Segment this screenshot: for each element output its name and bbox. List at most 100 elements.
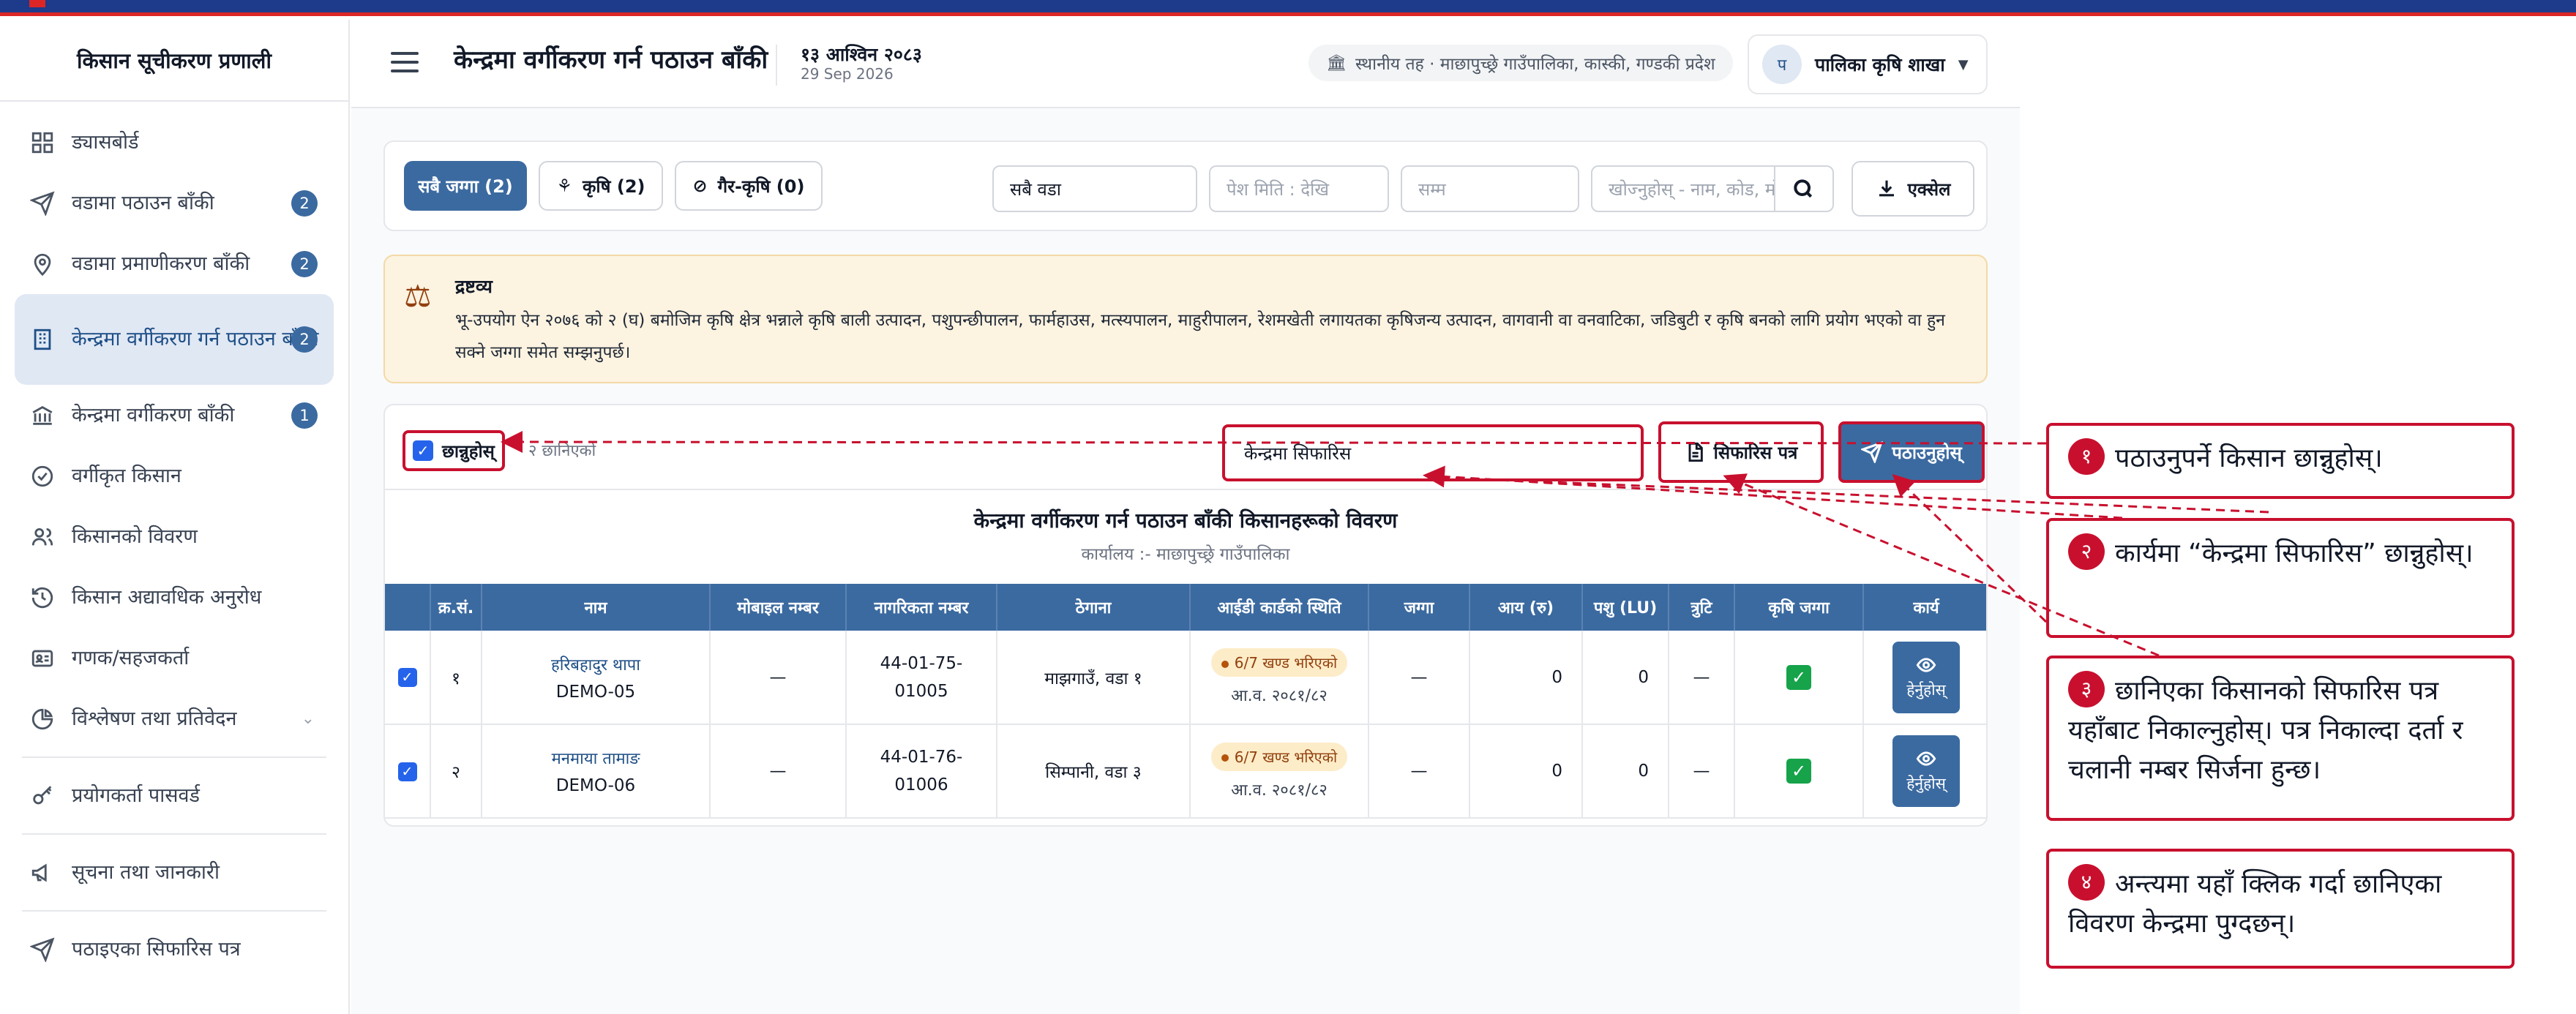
step-number: १ [2068, 438, 2105, 475]
bank-icon [29, 402, 56, 429]
search-button[interactable] [1774, 165, 1834, 212]
tab-all-land[interactable]: सबै जग्गा (2) [404, 161, 527, 211]
view-button[interactable]: हेर्नुहोस् [1892, 641, 1960, 713]
callout-text: पठाउनुपर्ने किसान छान्नुहोस्। [2115, 443, 2383, 473]
error-cell: — [1669, 724, 1735, 819]
id-card-icon [29, 645, 56, 672]
column-header: जग्गा [1368, 584, 1470, 631]
callout-text: कार्यमा “केन्द्रमा सिफारिस” छान्नुहोस्। [2115, 538, 2474, 568]
recommendation-letter-button[interactable]: सिफारिस पत्र [1658, 421, 1824, 483]
ward-select[interactable]: सबै वडा [992, 165, 1197, 212]
sidebar-item-label: वर्गीकृत किसान [72, 464, 181, 487]
income-cell: 0 [1469, 724, 1583, 819]
excel-label: एक्सेल [1907, 179, 1951, 200]
sidebar-item-enumerators[interactable]: गणक/सहजकर्ता [0, 628, 348, 688]
report-subtitle: कार्यालय :- माछापुच्छ्रे गाउँपालिका [1081, 545, 1290, 564]
notice-title: द्रष्टव्य [455, 276, 493, 297]
farmer-name-link[interactable]: हरिबहादुर थापा [482, 653, 709, 675]
sidebar-nav: ड्यासबोर्ड वडामा पठाउन बाँकी 2 वडामा प्र… [0, 102, 348, 980]
chevron-down-icon: ⌄ [301, 710, 315, 728]
id-status-cell: 6/7 खण्ड भरिएको आ.व. २०८१/८२ [1190, 631, 1369, 725]
checkbox-checked-icon: ✓ [413, 440, 433, 461]
send-icon [29, 936, 56, 963]
sidebar-item-sent-letters[interactable]: पठाइएका सिफारिस पत्र [0, 919, 348, 980]
select-all-checkbox[interactable]: ✓ छान्नुहोस् [402, 430, 505, 471]
sidebar-item-ward-verify-pending[interactable]: वडामा प्रमाणीकरण बाँकी 2 [0, 233, 348, 294]
page-title: केन्द्रमा वर्गीकरण गर्न पठाउन बाँकी [454, 45, 768, 75]
view-label: हेर्नुहोस् [1906, 775, 1946, 792]
land-cell: — [1368, 724, 1470, 819]
sidebar-item-classified-farmers[interactable]: वर्गीकृत किसान [0, 446, 348, 506]
search-input[interactable]: खोज्नुहोस् - नाम, कोड, मो [1591, 165, 1775, 212]
sidebar-item-center-classify-pending[interactable]: केन्द्रमा वर्गीकरण बाँकी 1 [0, 385, 348, 446]
sidebar-item-update-requests[interactable]: किसान अद्यावधिक अनुरोध [0, 567, 348, 628]
sidebar-item-label: पठाइएका सिफारिस पत्र [72, 937, 241, 961]
action-destination-select[interactable]: केन्द्रमा सिफारिस [1222, 424, 1644, 481]
farmer-code: DEMO-05 [555, 682, 636, 702]
serial-cell: १ [430, 631, 482, 725]
tab-agriculture[interactable]: ⚘ कृषि (2) [539, 161, 663, 211]
id-status-cell: 6/7 खण्ड भरिएको आ.व. २०८१/८२ [1190, 724, 1369, 819]
status-badge: 6/7 खण्ड भरिएको [1210, 648, 1348, 677]
user-menu-button[interactable]: प पालिका कृषि शाखा ▼ [1748, 34, 1988, 94]
callout-text: अन्त्यमा यहाँ क्लिक गर्दा छानिएका विवरण … [2068, 869, 2442, 939]
column-header: आईडी कार्डको स्थिति [1190, 584, 1369, 631]
flag-icon [29, 0, 45, 7]
sidebar-item-analysis-reports[interactable]: विश्लेषण तथा प्रतिवेदन ⌄ [0, 688, 348, 749]
agri-land-cell: ✓ [1734, 724, 1864, 819]
callout-step-3: ३ छानिएका किसानको सिफारिस पत्र यहाँबाट नि… [2046, 656, 2515, 821]
callout-step-4: ४ अन्त्यमा यहाँ क्लिक गर्दा छानिएका विवरण… [2046, 849, 2515, 969]
sidebar-item-ward-send-pending[interactable]: वडामा पठाउन बाँकी 2 [0, 173, 348, 233]
sidebar-item-label: किसानको विवरण [72, 525, 198, 548]
sidebar-item-farmer-details[interactable]: किसानको विवरण [0, 506, 348, 567]
hamburger-menu-icon[interactable] [391, 52, 419, 74]
key-icon [29, 783, 56, 809]
callout-text: छानिएका किसानको सिफारिस पत्र यहाँबाट निक… [2068, 676, 2463, 785]
column-header: पशु (LU) [1582, 584, 1669, 631]
row-checkbox[interactable]: ✓ [397, 762, 417, 781]
tab-non-agriculture[interactable]: ⊘ गैर-कृषि (0) [675, 161, 823, 211]
citizenship-cell: 44-01-76-01006 [846, 724, 997, 819]
action-cell: हेर्नुहोस् [1863, 631, 1986, 725]
address-cell: माझगाउँ, वडा १ [997, 631, 1191, 725]
column-header: आय (रु) [1469, 584, 1583, 631]
send-icon [1861, 441, 1884, 463]
status-dot-icon [1221, 660, 1229, 668]
excel-export-button[interactable]: एक्सेल [1852, 161, 1974, 217]
tab-label: कृषि (2) [583, 176, 645, 197]
view-button[interactable]: हेर्नुहोस् [1892, 735, 1960, 807]
income-cell: 0 [1469, 631, 1583, 725]
table-row: ✓ २ मनमाया तामाङ DEMO-06 — 44-01-76-01006… [385, 724, 1986, 819]
mobile-cell: — [710, 631, 847, 725]
top-band [0, 0, 2576, 16]
ban-icon: ⊘ [692, 176, 708, 196]
divider [22, 910, 326, 912]
date-from-input[interactable]: पेश मिति : देखि [1209, 165, 1389, 212]
step-number: ४ [2068, 864, 2105, 901]
sidebar-item-label: ड्यासबोर्ड [72, 130, 139, 154]
name-cell: हरिबहादुर थापा DEMO-05 [482, 631, 711, 725]
name-cell: मनमाया तामाङ DEMO-06 [482, 724, 711, 819]
divider [22, 756, 326, 758]
mobile-cell: — [710, 724, 847, 819]
farmer-name-link[interactable]: मनमाया तामाङ [482, 747, 709, 769]
sidebar-item-dashboard[interactable]: ड्यासबोर्ड [0, 112, 348, 173]
land-cell: — [1368, 631, 1470, 725]
sidebar-item-notices[interactable]: सूचना तथा जानकारी [0, 842, 348, 903]
select-all-label: छान्नुहोस् [442, 440, 495, 462]
tab-label: गैर-कृषि (0) [717, 176, 805, 197]
main-content: सबै जग्गा (2) ⚘ कृषि (2) ⊘ गैर-कृषि (0) सब… [351, 108, 2020, 1014]
divider [22, 833, 326, 835]
livestock-cell: 0 [1582, 631, 1669, 725]
selected-count: २ छानिएको [528, 442, 596, 460]
count-badge: 2 [291, 326, 318, 353]
date-to-input[interactable]: सम्म [1401, 165, 1579, 212]
sidebar-item-user-password[interactable]: प्रयोगकर्ता पासवर्ड [0, 765, 348, 826]
citizenship-number: 44-01-75-01005 [880, 653, 963, 701]
row-checkbox[interactable]: ✓ [397, 668, 417, 687]
date-nepali: १३ आश्विन २०८३ [801, 44, 922, 65]
column-header: कृषि जग्गा [1734, 584, 1864, 631]
sidebar-item-center-send-pending[interactable]: केन्द्रमा वर्गीकरण गर्न पठाउन बाँकी 2 [15, 294, 334, 385]
building-icon [29, 326, 56, 353]
send-button[interactable]: पठाउनुहोस् [1838, 421, 1985, 483]
